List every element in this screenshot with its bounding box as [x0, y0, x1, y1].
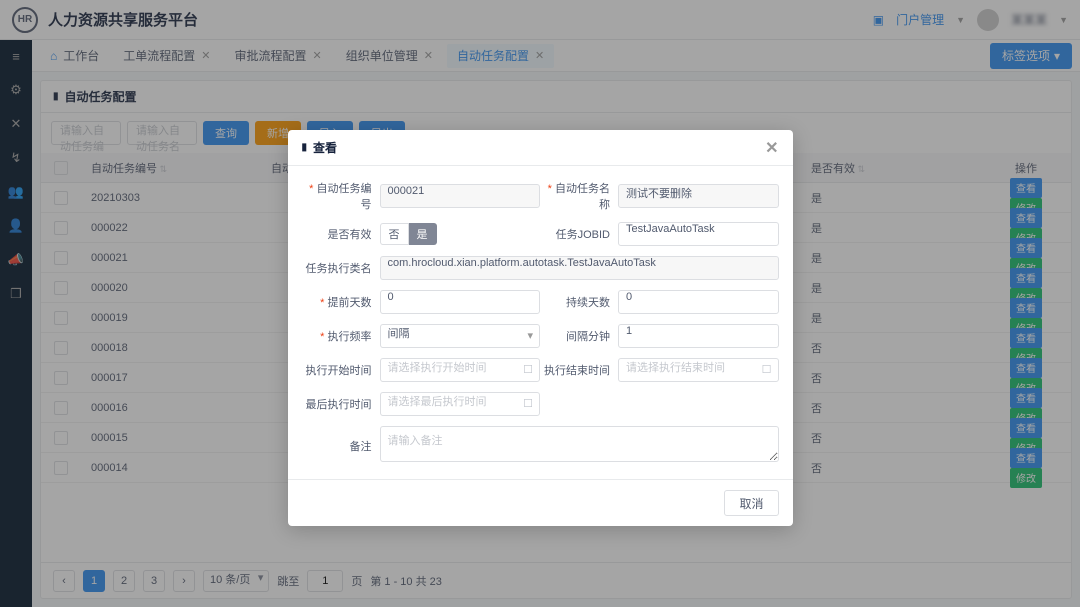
view-modal: 查看 ✕ 自动任务编号000021 自动任务名称测试不要删除 是否有效 否 是 …	[288, 130, 793, 526]
label-freq: 执行频率	[302, 328, 380, 344]
advance-field: 0	[380, 290, 541, 314]
label-interval: 间隔分钟	[540, 328, 618, 344]
close-icon[interactable]: ✕	[765, 138, 778, 158]
remark-textarea[interactable]	[380, 426, 779, 462]
last-datepicker[interactable]: 请选择最后执行时间	[380, 392, 541, 416]
modal-title: 查看	[313, 139, 337, 156]
class-field: com.hrocloud.xian.platform.autotask.Test…	[380, 256, 779, 280]
valid-no[interactable]: 否	[380, 223, 409, 245]
jobid-field: TestJavaAutoTask	[618, 222, 779, 246]
label-valid: 是否有效	[302, 226, 380, 242]
end-datepicker[interactable]: 请选择执行结束时间	[618, 358, 779, 382]
cancel-button[interactable]: 取消	[724, 490, 778, 516]
label-jobid: 任务JOBID	[540, 226, 618, 242]
label-remark: 备注	[302, 438, 380, 454]
label-code: 自动任务编号	[302, 180, 380, 212]
interval-field: 1	[618, 324, 779, 348]
label-class: 任务执行类名	[302, 260, 380, 276]
label-last: 最后执行时间	[302, 396, 380, 412]
label-name: 自动任务名称	[540, 180, 618, 212]
label-advance: 提前天数	[302, 294, 380, 310]
name-field: 测试不要删除	[618, 184, 779, 208]
label-start: 执行开始时间	[302, 362, 380, 378]
continue-field: 0	[618, 290, 779, 314]
modal-overlay[interactable]: 查看 ✕ 自动任务编号000021 自动任务名称测试不要删除 是否有效 否 是 …	[0, 0, 1080, 607]
code-field: 000021	[380, 184, 541, 208]
label-continue: 持续天数	[540, 294, 618, 310]
valid-radio[interactable]: 否 是	[380, 223, 541, 245]
freq-select[interactable]: 间隔	[380, 324, 541, 348]
start-datepicker[interactable]: 请选择执行开始时间	[380, 358, 541, 382]
label-end: 执行结束时间	[540, 362, 618, 378]
valid-yes[interactable]: 是	[409, 223, 437, 245]
